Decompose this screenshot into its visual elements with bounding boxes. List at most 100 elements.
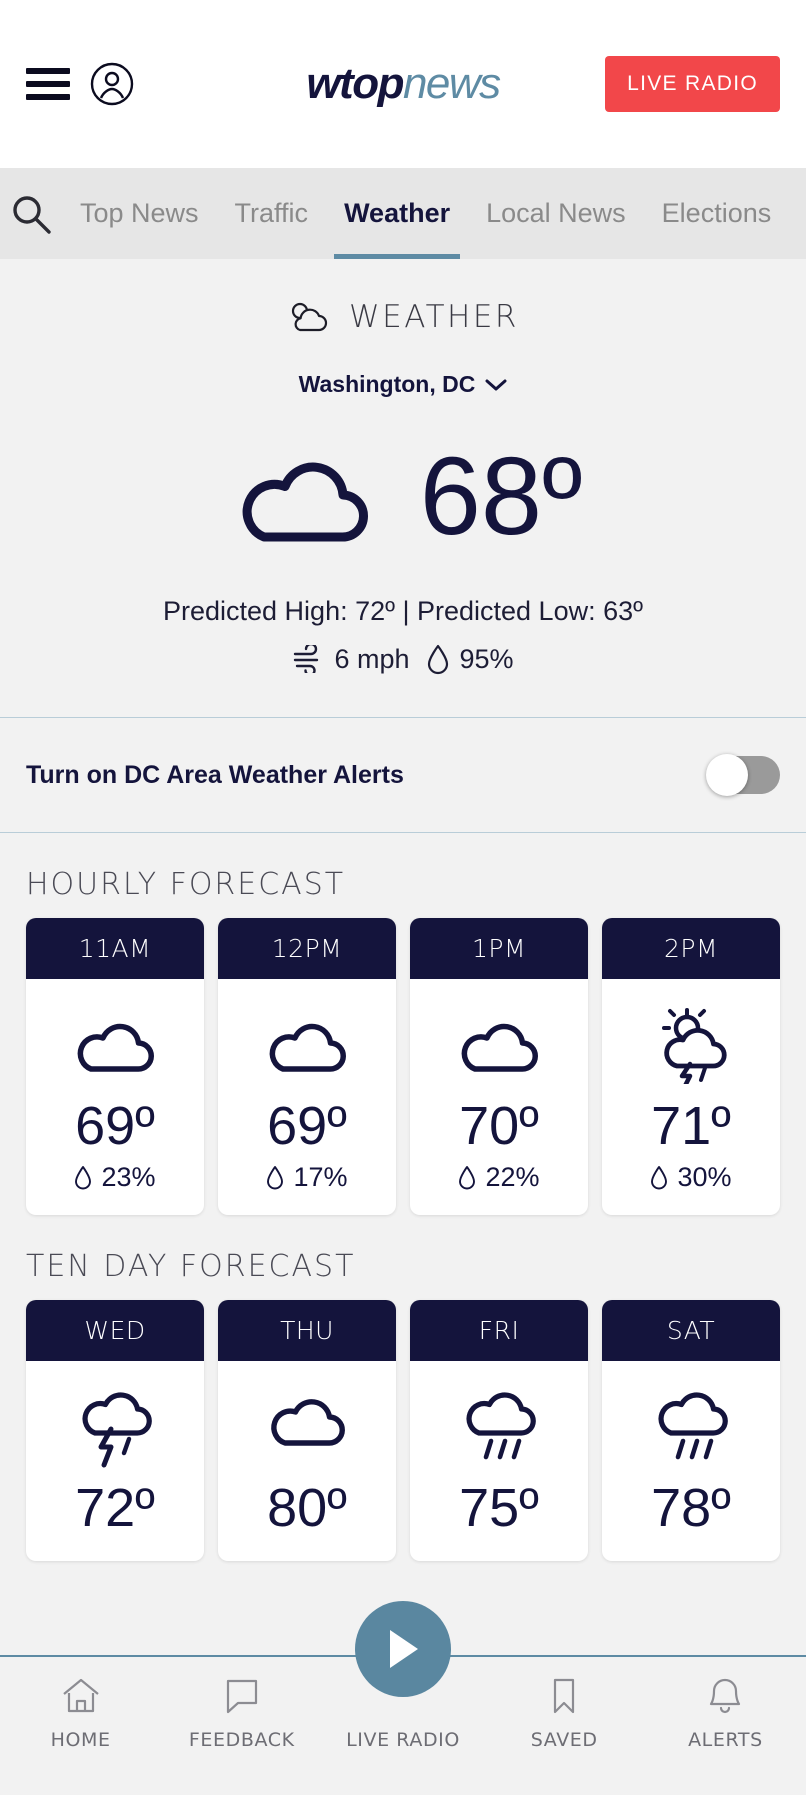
tenday-card-body: 78º (602, 1361, 780, 1560)
droplet-icon (427, 644, 448, 675)
hourly-card-temp: 71º (651, 1096, 731, 1156)
droplet-icon (459, 1165, 476, 1190)
top-bar: wtopnews LIVE RADIO (0, 0, 806, 168)
cloud-rain-icon (643, 1385, 739, 1471)
hourly-card-precip: 23% (74, 1162, 156, 1193)
high-low-text: Predicted High: 72º | Predicted Low: 63º (162, 596, 643, 626)
weather-section-header: WEATHER (0, 259, 806, 335)
hourly-card-time: 11AM (26, 918, 204, 979)
hourly-precip-value: 23% (101, 1162, 156, 1193)
bottom-nav-item-saved[interactable]: SAVED (484, 1657, 645, 1751)
droplet-icon (651, 1165, 668, 1190)
play-icon (390, 1630, 418, 1668)
sun-cloud-lightning-icon (643, 1003, 739, 1089)
tenday-card-day: SAT (602, 1300, 780, 1362)
hamburger-icon[interactable] (26, 68, 70, 100)
bottom-nav-label: LIVE RADIO (346, 1729, 460, 1751)
tenday-card-body: 80º (218, 1361, 396, 1560)
cloud-icon (259, 1003, 355, 1089)
chevron-down-icon (485, 379, 507, 390)
hourly-precip-value: 30% (677, 1162, 732, 1193)
hourly-precip-value: 17% (293, 1162, 348, 1193)
hourly-card-body: 69º 23% (26, 979, 204, 1215)
location-name: Washington, DC (298, 371, 476, 397)
category-nav: Top News Traffic Weather Local News Elec… (0, 168, 806, 259)
tenday-forecast-title: TEN DAY FORECAST (26, 1249, 356, 1285)
droplet-icon (75, 1165, 92, 1190)
humidity-metric: 95% (426, 643, 514, 675)
live-radio-play-button[interactable] (355, 1601, 451, 1697)
hourly-card-temp: 69º (267, 1096, 347, 1156)
tenday-card-day: THU (218, 1300, 396, 1362)
hourly-card[interactable]: 12PM 69º 17% (218, 918, 396, 1216)
nav-item-local-news[interactable]: Local News (468, 168, 644, 259)
home-icon (60, 1673, 102, 1719)
tenday-card-body: 72º (26, 1361, 204, 1560)
hourly-precip-value: 22% (485, 1162, 540, 1193)
user-account-icon[interactable] (90, 62, 134, 106)
hourly-card[interactable]: 11AM 69º 23% (26, 918, 204, 1216)
bottom-nav-label: SAVED (530, 1729, 598, 1751)
tenday-card-temp: 75º (459, 1478, 539, 1539)
nav-items: Top News Traffic Weather Local News Elec… (62, 168, 789, 259)
bottom-nav-label: ALERTS (688, 1729, 763, 1751)
hourly-card[interactable]: 1PM 70º 22% (410, 918, 588, 1216)
bell-icon (704, 1673, 746, 1719)
current-conditions: 68º (0, 442, 806, 552)
tenday-card[interactable]: THU 80º (218, 1300, 396, 1561)
weather-alerts-label: Turn on DC Area Weather Alerts (26, 760, 404, 789)
droplet-icon (267, 1165, 284, 1190)
nav-item-weather[interactable]: Weather (326, 168, 468, 259)
bottom-nav-item-feedback[interactable]: FEEDBACK (161, 1657, 322, 1751)
wind-metric: 6 mph (292, 643, 410, 675)
tenday-card[interactable]: FRI 75º (410, 1300, 588, 1561)
hourly-forecast-cards: 11AM 69º 23% 12PM 69º 17% 1PM 70º 22% 2P… (0, 918, 806, 1216)
cloud-icon (291, 302, 328, 332)
humidity-value: 95% (459, 643, 514, 674)
nav-item-traffic[interactable]: Traffic (217, 168, 327, 259)
bottom-nav-item-alerts[interactable]: ALERTS (645, 1657, 806, 1751)
wind-icon (294, 645, 319, 673)
bottom-nav-label: FEEDBACK (188, 1729, 295, 1751)
cloud-lightning-rain-icon (67, 1385, 163, 1471)
cloud-icon (259, 1385, 355, 1471)
hourly-card-time: 12PM (218, 918, 396, 979)
hourly-card-temp: 70º (459, 1096, 539, 1156)
hourly-card[interactable]: 2PM 71º 30% (602, 918, 780, 1216)
nav-item-top-news[interactable]: Top News (62, 168, 217, 259)
wind-value: 6 mph (334, 643, 410, 674)
cloud-icon (242, 462, 368, 542)
hourly-card-precip: 17% (266, 1162, 348, 1193)
hourly-card-temp: 69º (75, 1096, 155, 1156)
hourly-card-body: 69º 17% (218, 979, 396, 1215)
weather-page: wtopnews LIVE RADIO Top News Traffic Wea… (0, 0, 806, 1795)
hourly-card-body: 70º 22% (410, 979, 588, 1215)
cloud-icon (451, 1003, 547, 1089)
tenday-card[interactable]: WED 72º (26, 1300, 204, 1561)
hourly-card-precip: 22% (458, 1162, 540, 1193)
tenday-card[interactable]: SAT 78º (602, 1300, 780, 1561)
bottom-nav-item-home[interactable]: HOME (0, 1657, 161, 1751)
top-bar-left-controls (26, 62, 134, 106)
tenday-card-temp: 80º (267, 1478, 347, 1539)
live-radio-button[interactable]: LIVE RADIO (605, 56, 780, 112)
hourly-card-precip: 30% (650, 1162, 732, 1193)
nav-item-elections[interactable]: Elections (644, 168, 790, 259)
toggle-knob (706, 754, 748, 796)
weather-alerts-toggle[interactable] (706, 754, 780, 796)
tenday-card-temp: 78º (651, 1478, 731, 1539)
location-selector[interactable]: Washington, DC (0, 371, 806, 398)
tenday-card-day: WED (26, 1300, 204, 1362)
tenday-card-body: 75º (410, 1361, 588, 1560)
bookmark-icon (543, 1673, 585, 1719)
search-icon[interactable] (0, 193, 62, 235)
current-temperature: 68º (419, 435, 583, 558)
cloud-icon (67, 1003, 163, 1089)
speech-bubble-icon (221, 1673, 263, 1719)
bottom-nav-label: HOME (50, 1729, 111, 1751)
tenday-card-day: FRI (410, 1300, 588, 1362)
current-metrics: 6 mph 95% (0, 643, 806, 675)
brand-primary: wtop (306, 59, 404, 108)
weather-alerts-row: Turn on DC Area Weather Alerts (0, 717, 806, 833)
tenday-card-temp: 72º (75, 1478, 155, 1539)
